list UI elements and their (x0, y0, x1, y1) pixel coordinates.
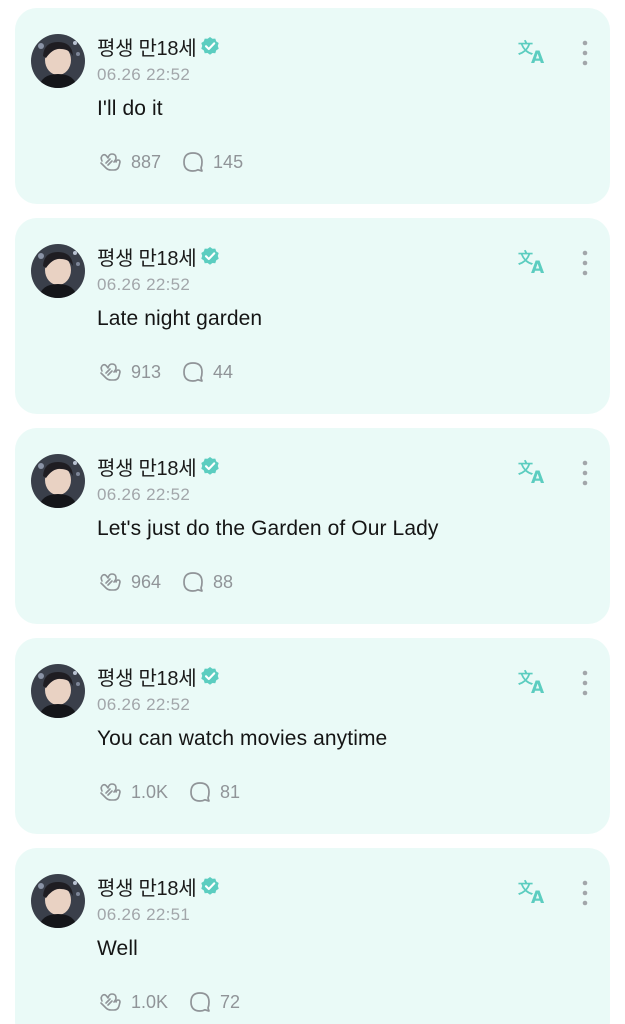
author-row: 평생 만18세 (97, 872, 220, 900)
post-timestamp: 06.26 22:52 (97, 275, 191, 294)
post-card[interactable]: 평생 만18세 06.26 22:51 Well 1.0K 72 文 A (15, 848, 610, 1024)
author-row: 평생 만18세 (97, 662, 220, 690)
like-button[interactable]: 1.0K (97, 990, 168, 1014)
post-timestamp: 06.26 22:52 (97, 695, 191, 714)
avatar[interactable] (31, 874, 85, 928)
post-stats: 887 145 (97, 149, 243, 175)
post-stats: 913 44 (97, 359, 233, 385)
translate-icon[interactable]: 文 A (518, 877, 550, 907)
post-timestamp: 06.26 22:52 (97, 485, 191, 504)
like-button[interactable]: 964 (97, 570, 161, 594)
heart-hands-icon (100, 783, 121, 801)
author-row: 평생 만18세 (97, 452, 220, 480)
post-stats: 964 88 (97, 569, 233, 595)
post-text: I'll do it (97, 97, 163, 120)
post-text: Let's just do the Garden of Our Lady (97, 517, 439, 540)
comment-count: 72 (220, 991, 241, 1012)
svg-text:A: A (531, 48, 545, 67)
avatar[interactable] (31, 664, 85, 718)
avatar[interactable] (31, 244, 85, 298)
comment-button[interactable]: 72 (188, 990, 240, 1014)
comment-count: 44 (213, 361, 234, 382)
verified-badge-icon (201, 877, 220, 895)
author-name[interactable]: 평생 만18세 (97, 452, 197, 481)
like-button[interactable]: 913 (97, 360, 161, 384)
heart-hands-icon (100, 573, 121, 591)
verified-badge-icon (201, 37, 220, 55)
comment-button[interactable]: 81 (188, 780, 240, 804)
heart-hands-icon (100, 363, 121, 381)
verified-badge-icon (201, 457, 220, 475)
post-timestamp: 06.26 22:51 (97, 905, 191, 924)
heart-hands-icon (100, 993, 121, 1011)
more-options-icon[interactable] (578, 38, 592, 68)
post-stats: 1.0K 81 (97, 779, 240, 805)
comment-bubble-icon (190, 992, 210, 1012)
like-count: 964 (131, 571, 162, 592)
like-count: 887 (131, 151, 162, 172)
like-button[interactable]: 887 (97, 150, 161, 174)
post-card[interactable]: 평생 만18세 06.26 22:52 You can watch movies… (15, 638, 610, 834)
translate-icon[interactable]: 文 A (518, 667, 550, 697)
translate-icon[interactable]: 文 A (518, 37, 550, 67)
comment-count: 145 (213, 151, 244, 172)
comment-bubble-icon (190, 782, 210, 802)
translate-icon[interactable]: 文 A (518, 457, 550, 487)
post-timestamp: 06.26 22:52 (97, 65, 191, 84)
avatar[interactable] (31, 454, 85, 508)
post-text: Late night garden (97, 307, 263, 330)
svg-text:A: A (531, 678, 545, 697)
more-options-icon[interactable] (578, 668, 592, 698)
verified-badge-icon (201, 667, 220, 685)
more-options-icon[interactable] (578, 248, 592, 278)
post-text: You can watch movies anytime (97, 727, 388, 750)
post-text: Well (97, 937, 138, 960)
author-name[interactable]: 평생 만18세 (97, 662, 197, 691)
author-row: 평생 만18세 (97, 32, 220, 60)
comment-button[interactable]: 44 (181, 360, 233, 384)
comment-bubble-icon (183, 362, 203, 382)
avatar[interactable] (31, 34, 85, 88)
svg-text:A: A (531, 468, 545, 487)
comment-button[interactable]: 88 (181, 570, 233, 594)
author-name[interactable]: 평생 만18세 (97, 242, 197, 271)
comment-count: 81 (220, 781, 241, 802)
comment-button[interactable]: 145 (181, 150, 243, 174)
svg-text:A: A (531, 258, 545, 277)
more-options-icon[interactable] (578, 458, 592, 488)
post-card[interactable]: 평생 만18세 06.26 22:52 Late night garden 91… (15, 218, 610, 414)
author-name[interactable]: 평생 만18세 (97, 32, 197, 61)
heart-hands-icon (100, 153, 121, 171)
author-name[interactable]: 평생 만18세 (97, 872, 197, 901)
like-count: 913 (131, 361, 162, 382)
like-button[interactable]: 1.0K (97, 780, 168, 804)
like-count: 1.0K (131, 991, 169, 1012)
verified-badge-icon (201, 247, 220, 265)
post-stats: 1.0K 72 (97, 989, 240, 1015)
svg-text:A: A (531, 888, 545, 907)
like-count: 1.0K (131, 781, 169, 802)
author-row: 평생 만18세 (97, 242, 220, 270)
translate-icon[interactable]: 文 A (518, 247, 550, 277)
post-card[interactable]: 평생 만18세 06.26 22:52 Let's just do the Ga… (15, 428, 610, 624)
comment-bubble-icon (183, 572, 203, 592)
post-feed: 평생 만18세 06.26 22:52 I'll do it 887 145 文… (0, 0, 625, 1024)
comment-bubble-icon (183, 152, 203, 172)
comment-count: 88 (213, 571, 234, 592)
post-card[interactable]: 평생 만18세 06.26 22:52 I'll do it 887 145 文… (15, 8, 610, 204)
more-options-icon[interactable] (578, 878, 592, 908)
